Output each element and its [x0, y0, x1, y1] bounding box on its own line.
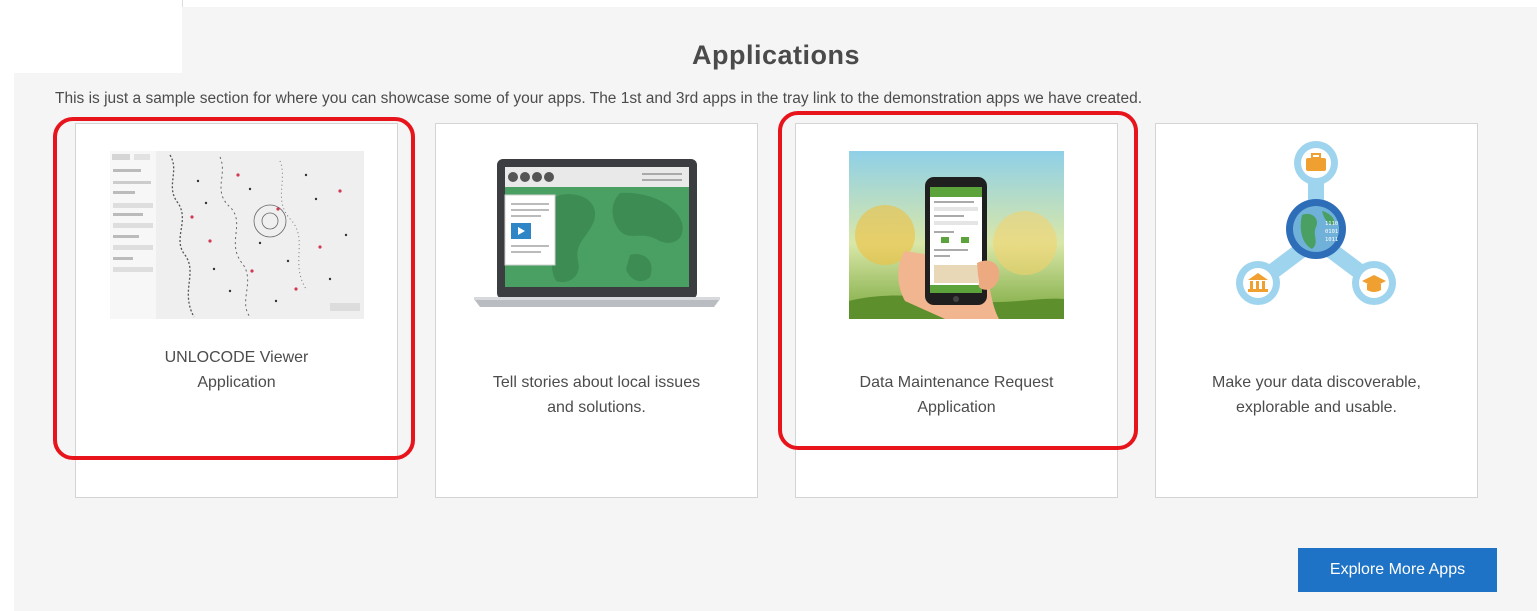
card-caption: Make your data discoverable, explorable … [1166, 370, 1467, 420]
svg-text:0101: 0101 [1325, 229, 1338, 235]
card-caption: Data Maintenance Request Application [806, 370, 1107, 420]
card-caption: Tell stories about local issues and solu… [446, 370, 747, 420]
caption-line: Data Maintenance Request [859, 374, 1054, 391]
app-card-story-map[interactable]: Tell stories about local issues and solu… [435, 123, 758, 498]
caption-line: explorable and usable. [1235, 399, 1397, 416]
left-gutter [0, 73, 14, 611]
section-description: This is just a sample section for where … [55, 90, 1143, 107]
data-hub-globe-thumbnail: 1110 0101 1011 [1226, 139, 1406, 319]
caption-line: Application [917, 399, 996, 416]
section-title: Applications [691, 40, 860, 70]
svg-text:1011: 1011 [1325, 237, 1338, 243]
app-card-unlocode-viewer[interactable]: UNLOCODE Viewer Application [75, 123, 398, 498]
svg-text:1110: 1110 [1325, 221, 1338, 227]
phone-in-hand-thumbnail [849, 151, 1064, 319]
caption-line: Application [197, 374, 276, 391]
caption-line: and solutions. [547, 399, 646, 416]
caption-line: Tell stories about local issues [492, 374, 701, 391]
explore-more-apps-button[interactable]: Explore More Apps [1298, 548, 1497, 592]
caption-line: Make your data discoverable, [1212, 374, 1421, 391]
caption-line: UNLOCODE Viewer [164, 349, 309, 366]
map-viewer-thumbnail [110, 151, 364, 319]
top-strip-right [182, 0, 1537, 7]
card-caption: UNLOCODE Viewer Application [86, 345, 387, 395]
app-card-data-hub[interactable]: 1110 0101 1011 Make your data discoverab… [1155, 123, 1478, 498]
story-map-laptop-thumbnail [470, 151, 724, 319]
app-card-data-maintenance-request[interactable]: Data Maintenance Request Application [795, 123, 1118, 498]
